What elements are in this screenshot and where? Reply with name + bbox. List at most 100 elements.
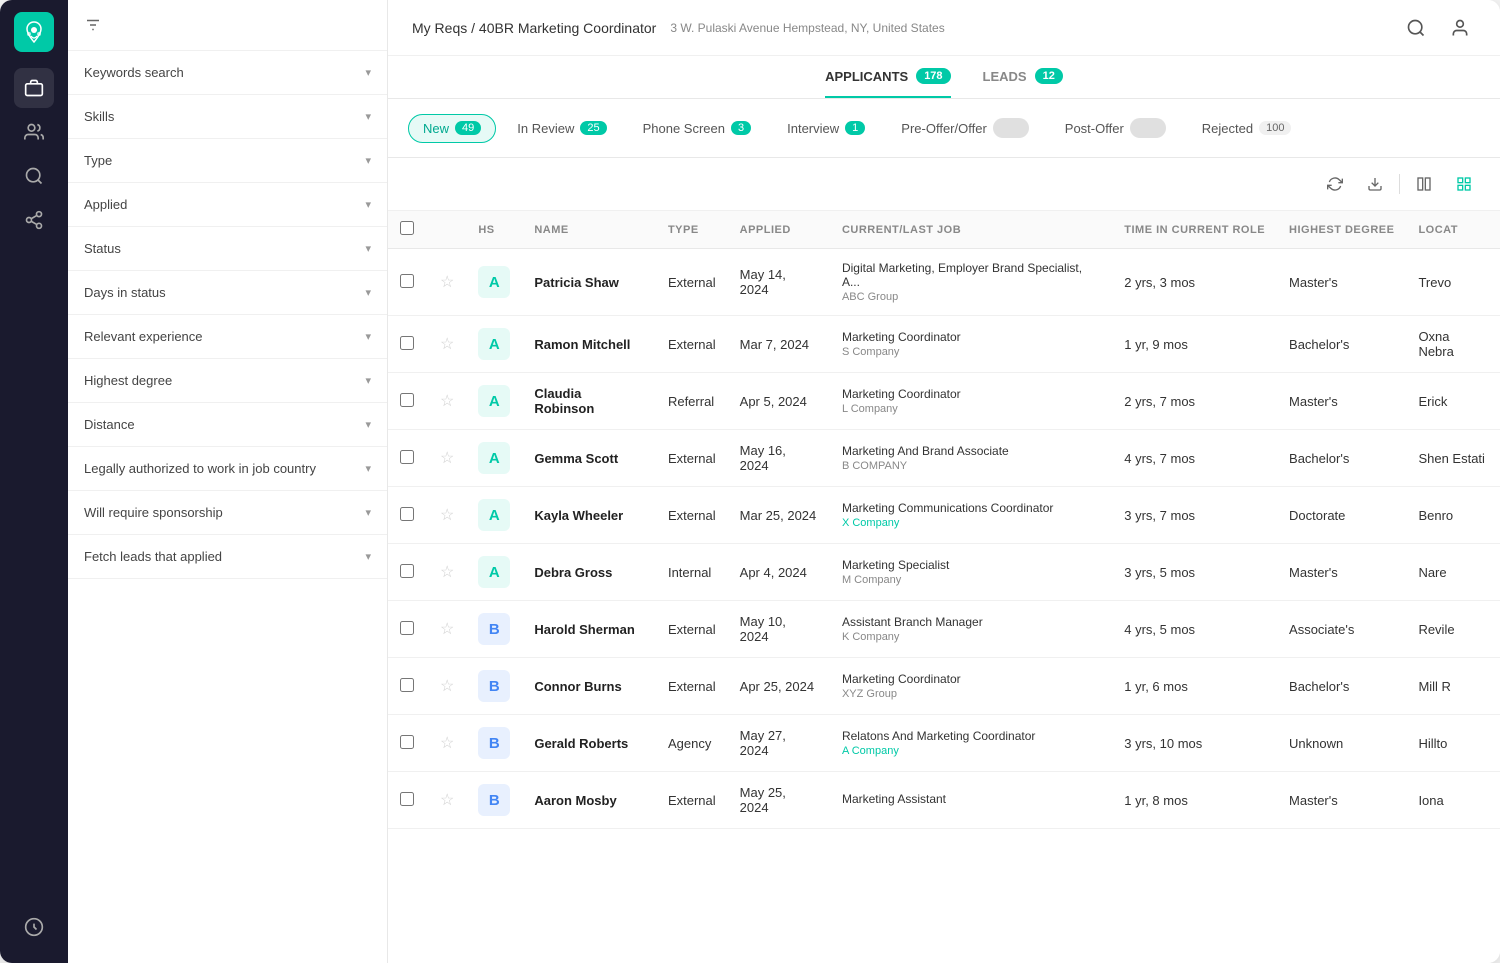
row-star-cell[interactable]: ☆ <box>428 487 466 544</box>
filter-sponsorship-toggle[interactable]: Will require sponsorship ▾ <box>68 491 387 534</box>
applicant-name[interactable]: Harold Sherman <box>534 622 634 637</box>
row-name-cell[interactable]: Claudia Robinson <box>522 373 656 430</box>
search-button[interactable] <box>1400 12 1432 44</box>
star-icon[interactable]: ☆ <box>440 507 454 524</box>
row-checkbox[interactable] <box>400 735 414 749</box>
row-name-cell[interactable]: Gemma Scott <box>522 430 656 487</box>
applicant-name[interactable]: Aaron Mosby <box>534 793 616 808</box>
row-checkbox-cell[interactable] <box>388 316 428 373</box>
star-icon[interactable]: ☆ <box>440 735 454 752</box>
stage-new[interactable]: New 49 <box>408 114 496 143</box>
filter-experience-toggle[interactable]: Relevant experience ▾ <box>68 315 387 358</box>
star-icon[interactable]: ☆ <box>440 393 454 410</box>
row-star-cell[interactable]: ☆ <box>428 430 466 487</box>
row-name-cell[interactable]: Aaron Mosby <box>522 772 656 829</box>
filter-status-toggle[interactable]: Status ▾ <box>68 227 387 270</box>
select-all-header[interactable] <box>388 211 428 249</box>
sidebar-item-people[interactable] <box>14 112 54 152</box>
filter-legally-authorized-toggle[interactable]: Legally authorized to work in job countr… <box>68 447 387 490</box>
row-checkbox[interactable] <box>400 393 414 407</box>
col-type[interactable]: TYPE <box>656 211 728 249</box>
star-icon[interactable]: ☆ <box>440 792 454 809</box>
col-degree[interactable]: HIGHEST DEGREE <box>1277 211 1406 249</box>
row-name-cell[interactable]: Patricia Shaw <box>522 249 656 316</box>
row-checkbox[interactable] <box>400 274 414 288</box>
row-checkbox[interactable] <box>400 336 414 350</box>
row-star-cell[interactable]: ☆ <box>428 715 466 772</box>
row-checkbox[interactable] <box>400 678 414 692</box>
filter-fetch-leads-toggle[interactable]: Fetch leads that applied ▾ <box>68 535 387 578</box>
row-checkbox-cell[interactable] <box>388 373 428 430</box>
row-name-cell[interactable]: Debra Gross <box>522 544 656 601</box>
applicant-name[interactable]: Gemma Scott <box>534 451 618 466</box>
stage-pre-offer-toggle[interactable] <box>993 118 1029 138</box>
row-checkbox-cell[interactable] <box>388 715 428 772</box>
applicant-name[interactable]: Ramon Mitchell <box>534 337 630 352</box>
row-checkbox-cell[interactable] <box>388 544 428 601</box>
stage-pre-offer[interactable]: Pre-Offer/Offer <box>886 111 1044 145</box>
row-name-cell[interactable]: Gerald Roberts <box>522 715 656 772</box>
row-star-cell[interactable]: ☆ <box>428 373 466 430</box>
applicant-name[interactable]: Claudia Robinson <box>534 386 594 416</box>
filter-days-status-toggle[interactable]: Days in status ▾ <box>68 271 387 314</box>
sidebar-item-accessibility[interactable] <box>14 907 54 947</box>
star-icon[interactable]: ☆ <box>440 564 454 581</box>
applicant-name[interactable]: Gerald Roberts <box>534 736 628 751</box>
applicant-name[interactable]: Connor Burns <box>534 679 621 694</box>
row-star-cell[interactable]: ☆ <box>428 658 466 715</box>
refresh-icon[interactable] <box>1319 168 1351 200</box>
row-checkbox[interactable] <box>400 621 414 635</box>
tab-leads[interactable]: LEADS 12 <box>983 68 1063 98</box>
stage-phone-screen[interactable]: Phone Screen 3 <box>628 114 767 143</box>
user-profile-button[interactable] <box>1444 12 1476 44</box>
filter-type-toggle[interactable]: Type ▾ <box>68 139 387 182</box>
row-checkbox[interactable] <box>400 564 414 578</box>
filter-skills-toggle[interactable]: Skills ▾ <box>68 95 387 138</box>
stage-in-review[interactable]: In Review 25 <box>502 114 621 143</box>
row-name-cell[interactable]: Kayla Wheeler <box>522 487 656 544</box>
stage-post-offer-toggle[interactable] <box>1130 118 1166 138</box>
row-name-cell[interactable]: Ramon Mitchell <box>522 316 656 373</box>
col-hs[interactable]: HS <box>466 211 522 249</box>
col-name[interactable]: NAME <box>522 211 656 249</box>
sidebar-item-network[interactable] <box>14 200 54 240</box>
applicant-name[interactable]: Patricia Shaw <box>534 275 619 290</box>
row-checkbox-cell[interactable] <box>388 487 428 544</box>
row-name-cell[interactable]: Connor Burns <box>522 658 656 715</box>
row-star-cell[interactable]: ☆ <box>428 772 466 829</box>
col-location[interactable]: LOCAT <box>1406 211 1500 249</box>
row-checkbox-cell[interactable] <box>388 249 428 316</box>
row-name-cell[interactable]: Harold Sherman <box>522 601 656 658</box>
col-applied[interactable]: APPLIED <box>728 211 830 249</box>
select-all-checkbox[interactable] <box>400 221 414 235</box>
stage-post-offer[interactable]: Post-Offer <box>1050 111 1181 145</box>
star-icon[interactable]: ☆ <box>440 450 454 467</box>
star-icon[interactable]: ☆ <box>440 678 454 695</box>
filter-keywords-toggle[interactable]: Keywords search ▾ <box>68 51 387 94</box>
filter-applied-toggle[interactable]: Applied ▾ <box>68 183 387 226</box>
row-checkbox[interactable] <box>400 450 414 464</box>
star-icon[interactable]: ☆ <box>440 274 454 291</box>
row-star-cell[interactable]: ☆ <box>428 249 466 316</box>
columns-icon[interactable] <box>1408 168 1440 200</box>
row-checkbox-cell[interactable] <box>388 430 428 487</box>
sidebar-item-search[interactable] <box>14 156 54 196</box>
row-star-cell[interactable]: ☆ <box>428 544 466 601</box>
row-checkbox[interactable] <box>400 507 414 521</box>
filter-degree-toggle[interactable]: Highest degree ▾ <box>68 359 387 402</box>
filter-distance-toggle[interactable]: Distance ▾ <box>68 403 387 446</box>
grid-view-icon[interactable] <box>1448 168 1480 200</box>
col-time-role[interactable]: TIME IN CURRENT ROLE <box>1112 211 1277 249</box>
star-icon[interactable]: ☆ <box>440 621 454 638</box>
row-checkbox-cell[interactable] <box>388 658 428 715</box>
stage-rejected[interactable]: Rejected 100 <box>1187 114 1307 143</box>
row-star-cell[interactable]: ☆ <box>428 601 466 658</box>
applicant-name[interactable]: Debra Gross <box>534 565 612 580</box>
applicant-name[interactable]: Kayla Wheeler <box>534 508 623 523</box>
star-icon[interactable]: ☆ <box>440 336 454 353</box>
row-checkbox[interactable] <box>400 792 414 806</box>
tab-applicants[interactable]: APPLICANTS 178 <box>825 68 950 98</box>
row-checkbox-cell[interactable] <box>388 601 428 658</box>
col-current-job[interactable]: CURRENT/LAST JOB <box>830 211 1112 249</box>
sidebar-item-jobs[interactable] <box>14 68 54 108</box>
